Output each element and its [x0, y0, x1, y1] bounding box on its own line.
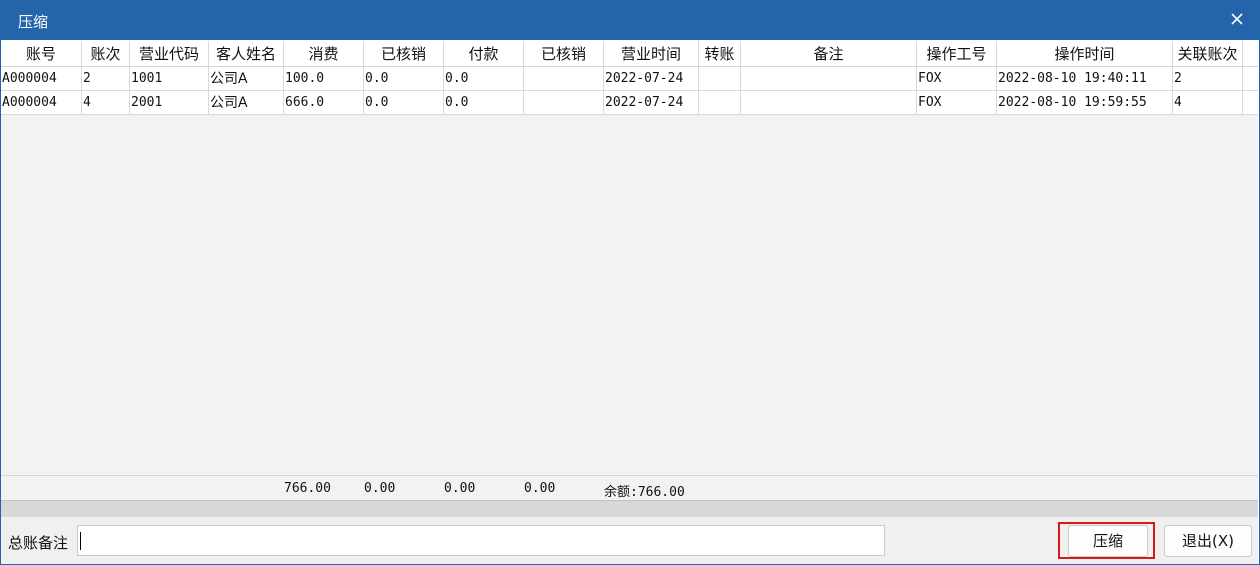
cell-remarks: [741, 67, 917, 91]
cell-guest-name: 公司A: [209, 67, 284, 91]
cell-business-code: 2001: [130, 91, 209, 115]
cell-transfer: [699, 91, 741, 115]
table-row[interactable]: A000004 2 1001 公司A 100.0 0.0 0.0 2022-07…: [1, 67, 1258, 91]
total-payment: 0.00: [444, 481, 476, 496]
col-header-business-code[interactable]: 营业代码: [130, 41, 209, 67]
col-header-transfer[interactable]: 转账: [699, 41, 741, 67]
cell-bill-no: 2: [82, 67, 130, 91]
cell-written-off-1: 0.0: [364, 67, 444, 91]
cell-linked-bill: 2: [1173, 67, 1243, 91]
cell-business-time: 2022-07-24: [604, 67, 699, 91]
records-grid[interactable]: 账号 账次 营业代码 客人姓名 消费 已核销 付款 已核销 营业时间 转账 备注…: [1, 41, 1258, 475]
col-header-linked-bill[interactable]: 关联账次: [1173, 41, 1243, 67]
cell-written-off-1: 0.0: [364, 91, 444, 115]
col-header-business-time[interactable]: 营业时间: [604, 41, 699, 67]
title-bar: 压缩: [0, 0, 1260, 40]
cell-remarks: [741, 91, 917, 115]
cell-payment: 0.0: [444, 67, 524, 91]
totals-row: 766.00 0.00 0.00 0.00 余额:766.00: [1, 475, 1258, 500]
cell-transfer: [699, 67, 741, 91]
col-header-consumption[interactable]: 消费: [284, 41, 364, 67]
cell-linked-bill: 4: [1173, 91, 1243, 115]
total-written-off-2: 0.00: [524, 481, 556, 496]
cell-guest-name: 公司A: [209, 91, 284, 115]
col-header-bill-no[interactable]: 账次: [82, 41, 130, 67]
cell-consumption: 666.0: [284, 91, 364, 115]
memo-input[interactable]: [77, 525, 885, 556]
col-header-account[interactable]: 账号: [1, 41, 82, 67]
col-header-written-off-1[interactable]: 已核销: [364, 41, 444, 67]
close-icon[interactable]: [1228, 10, 1246, 28]
cell-account: A000004: [1, 67, 82, 91]
col-header-remarks[interactable]: 备注: [741, 41, 917, 67]
compress-button[interactable]: 压缩: [1068, 525, 1148, 557]
exit-button[interactable]: 退出(X): [1164, 525, 1252, 557]
window-title: 压缩: [18, 13, 49, 31]
cell-account: A000004: [1, 91, 82, 115]
cell-consumption: 100.0: [284, 67, 364, 91]
cell-written-off-2: [524, 91, 604, 115]
cell-operation-time: 2022-08-10 19:40:11: [997, 67, 1173, 91]
col-header-payment[interactable]: 付款: [444, 41, 524, 67]
total-written-off-1: 0.00: [364, 481, 396, 496]
grid-header: 账号 账次 营业代码 客人姓名 消费 已核销 付款 已核销 营业时间 转账 备注…: [1, 41, 1258, 67]
col-header-operation-time[interactable]: 操作时间: [997, 41, 1173, 67]
cell-operation-time: 2022-08-10 19:59:55: [997, 91, 1173, 115]
total-consumption: 766.00: [284, 481, 331, 496]
cell-business-time: 2022-07-24: [604, 91, 699, 115]
total-balance: 余额:766.00: [604, 485, 685, 500]
col-header-guest-name[interactable]: 客人姓名: [209, 41, 284, 67]
cell-written-off-2: [524, 67, 604, 91]
cell-operator-id: FOX: [917, 67, 997, 91]
cell-operator-id: FOX: [917, 91, 997, 115]
cell-bill-no: 4: [82, 91, 130, 115]
table-row[interactable]: A000004 4 2001 公司A 666.0 0.0 0.0 2022-07…: [1, 91, 1258, 115]
col-header-operator-id[interactable]: 操作工号: [917, 41, 997, 67]
horizontal-scrollbar[interactable]: [1, 500, 1258, 517]
memo-label: 总账备注: [8, 534, 69, 552]
cell-business-code: 1001: [130, 67, 209, 91]
cell-payment: 0.0: [444, 91, 524, 115]
col-header-written-off-2[interactable]: 已核销: [524, 41, 604, 67]
